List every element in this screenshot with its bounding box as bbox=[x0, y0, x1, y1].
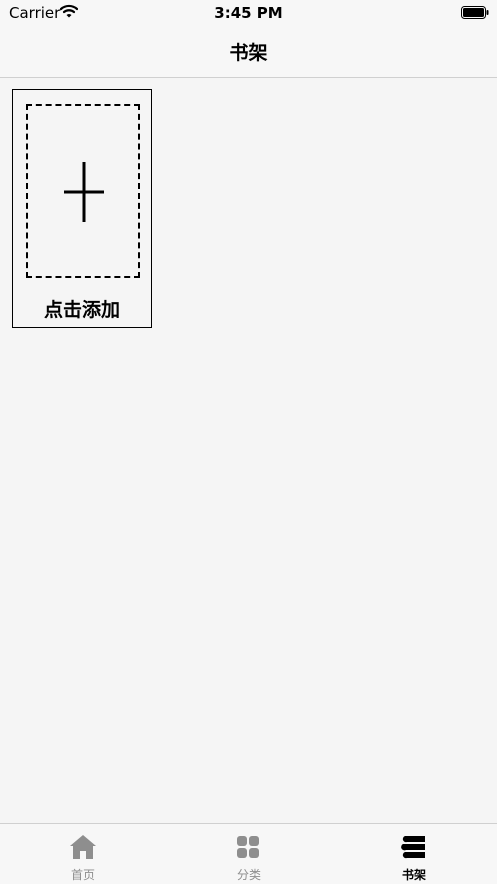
tab-bookshelf[interactable]: 书架 bbox=[331, 824, 497, 884]
home-icon bbox=[70, 835, 96, 859]
battery-icon bbox=[461, 6, 489, 19]
page-title: 书架 bbox=[229, 42, 268, 64]
tab-category[interactable]: 分类 bbox=[166, 824, 332, 884]
add-book-placeholder bbox=[26, 104, 140, 278]
grid-icon bbox=[237, 836, 259, 858]
tab-bar: 首页 分类 书架 bbox=[0, 823, 497, 884]
add-book-card[interactable]: 点击添加 bbox=[12, 89, 152, 328]
status-bar: Carrier 3:45 PM bbox=[0, 0, 497, 26]
tab-bookshelf-label: 书架 bbox=[401, 868, 426, 882]
navigation-bar: 书架 bbox=[0, 26, 497, 78]
tab-home[interactable]: 首页 bbox=[0, 824, 166, 884]
bookshelf-icon bbox=[401, 836, 425, 859]
tab-category-label: 分类 bbox=[236, 868, 261, 882]
plus-icon bbox=[64, 162, 104, 222]
tab-home-label: 首页 bbox=[70, 868, 95, 882]
add-book-label: 点击添加 bbox=[43, 299, 120, 321]
status-time: 3:45 PM bbox=[214, 4, 283, 22]
